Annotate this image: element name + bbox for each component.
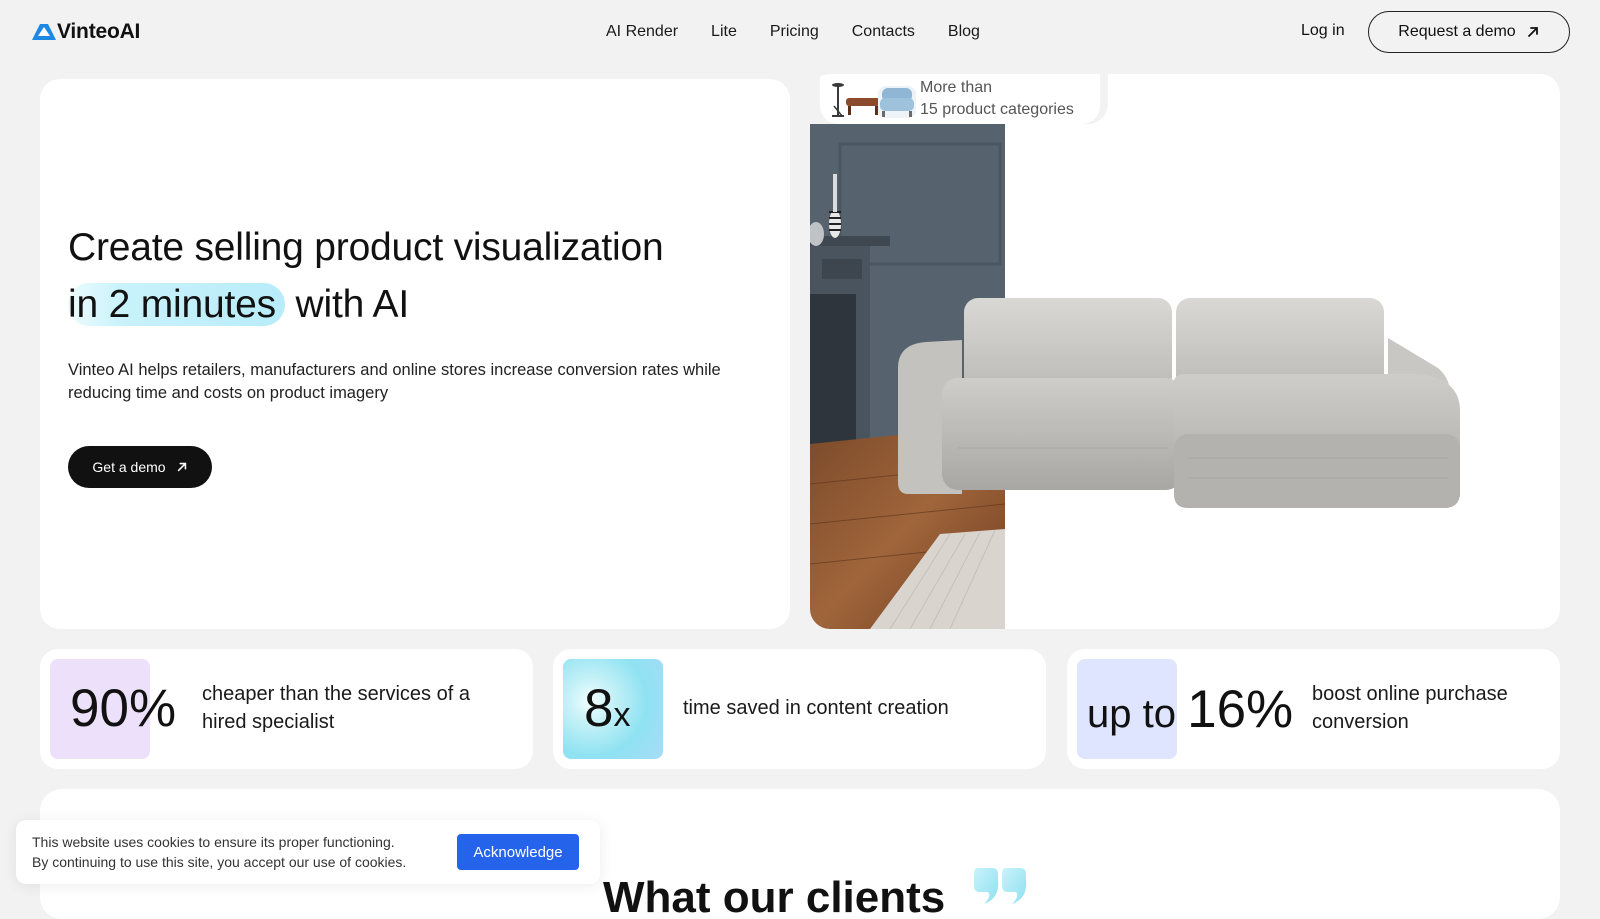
stat-value: up to 16%: [1087, 682, 1293, 742]
acknowledge-cookies-button[interactable]: Acknowledge: [457, 834, 579, 870]
hero-visual-card: More than 15 product categories: [810, 74, 1560, 629]
stat-card-conversion: up to 16% boost online purchase conversi…: [1067, 649, 1560, 769]
hero-subtitle: Vinteo AI helps retailers, manufacturers…: [68, 361, 721, 402]
get-demo-button[interactable]: Get a demo: [68, 446, 212, 488]
nav-lite[interactable]: Lite: [711, 21, 737, 43]
sofa-product-image: [898, 298, 1474, 524]
arrow-up-right-icon: [177, 462, 186, 472]
furniture-thumbnails-icon: [832, 83, 916, 118]
arrow-up-right-icon: [1527, 27, 1538, 37]
nav-contacts[interactable]: Contacts: [852, 21, 915, 43]
get-demo-label: Get a demo: [92, 459, 166, 475]
site-header: VinteoAI AI Render Lite Pricing Contacts…: [0, 0, 1600, 64]
stat-value-unit: x: [613, 696, 631, 734]
sofa-image: [898, 298, 1460, 508]
request-demo-label: Request a demo: [1398, 23, 1516, 40]
nav-ai-render[interactable]: AI Render: [606, 21, 678, 43]
stat-value: 90%: [70, 679, 177, 738]
categories-text: More than 15 product categories: [920, 77, 1074, 121]
nav-blog[interactable]: Blog: [948, 21, 980, 43]
stat-value-prefix: up to: [1087, 692, 1176, 736]
main-nav: AI Render Lite Pricing Contacts Blog: [606, 21, 980, 43]
stat-value: 8x: [584, 677, 630, 747]
stat-card-time: 8x time saved in content creation: [553, 649, 1046, 769]
hero-title-line1: Create selling product visualization: [68, 226, 664, 269]
logo[interactable]: VinteoAI: [32, 19, 140, 45]
hero-title: Create selling product visualization in …: [68, 219, 788, 333]
logo-text: VinteoAI: [57, 20, 141, 43]
cookie-banner: This website uses cookies to ensure its …: [16, 820, 600, 884]
hero-title-highlight: in 2 minutes: [68, 283, 285, 326]
cookie-line2: By continuing to use this site, you acce…: [32, 854, 407, 870]
category-thumbnails: [824, 76, 920, 122]
categories-line2: 15 product categories: [920, 101, 1074, 118]
stat-card-cost: 90% cheaper than the services of a hired…: [40, 649, 533, 769]
stat-description: boost online purchase conversion: [1312, 683, 1508, 733]
hero-card: Create selling product visualization in …: [40, 79, 790, 629]
stat-description: time saved in content creation: [683, 697, 949, 719]
stat-value-number: 8: [584, 679, 614, 738]
triangle-logo-icon: [32, 24, 56, 40]
categories-line1: More than: [920, 79, 993, 96]
testimonials-heading: What our clients: [603, 873, 946, 919]
categories-badge: More than 15 product categories: [820, 74, 1100, 124]
request-demo-button[interactable]: Request a demo: [1368, 11, 1570, 53]
quote-icon: [974, 868, 1027, 904]
login-link[interactable]: Log in: [1301, 20, 1345, 42]
cookie-line1: This website uses cookies to ensure its …: [32, 834, 395, 850]
stat-value-number: 16%: [1187, 680, 1294, 739]
hero-title-tail: with AI: [295, 283, 410, 326]
nav-pricing[interactable]: Pricing: [770, 21, 819, 43]
cookie-text: This website uses cookies to ensure its …: [32, 832, 406, 872]
stat-description: cheaper than the services of a hired spe…: [202, 683, 470, 733]
